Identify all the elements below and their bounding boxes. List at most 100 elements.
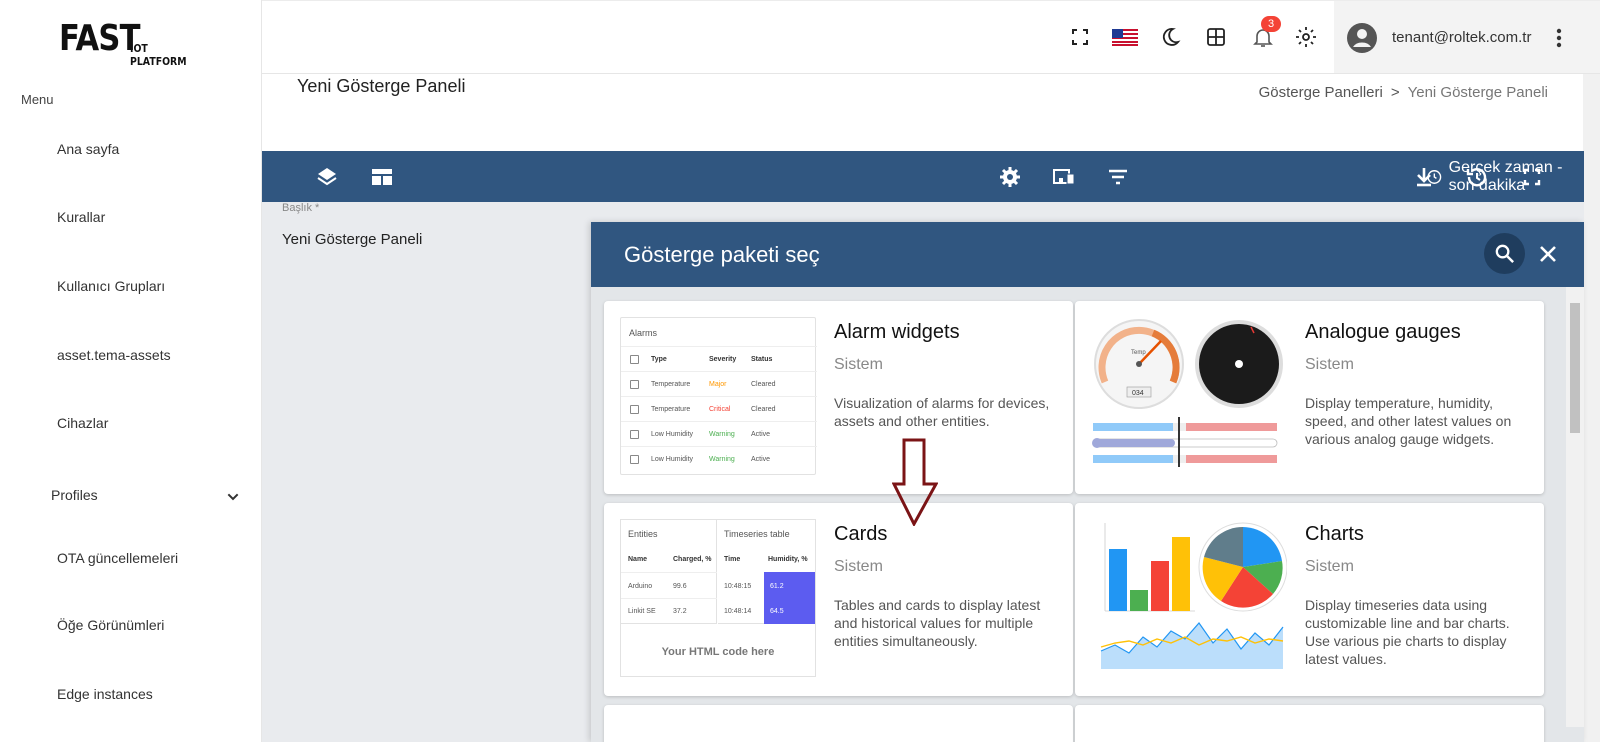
notification-badge[interactable]: 3 [1261, 16, 1281, 32]
preview-divider [621, 598, 717, 599]
preview-cell: Major [709, 381, 727, 388]
sidebar-item-assets[interactable]: asset.tema-assets [57, 347, 171, 363]
timeseries-table-preview: Timeseries table Time Humidity, % 10:48:… [718, 520, 815, 624]
preview-cell: Active [751, 431, 771, 438]
bundle-card-charts[interactable]: Charts Sistem Display timeseries data us… [1075, 503, 1544, 696]
sidebar-item-ota-updates[interactable]: OTA güncellemeleri [57, 550, 178, 566]
preview-cell: 37.2 [673, 608, 687, 615]
dialog-header: Gösterge paketi seç [591, 222, 1584, 287]
preview-column: Status [751, 356, 773, 363]
preview-header-row: Type Severity Status [621, 346, 817, 371]
sidebar-item-user-groups[interactable]: Kullanıcı Grupları [57, 278, 165, 294]
devices-icon[interactable] [1052, 165, 1076, 189]
user-menu[interactable]: tenant@roltek.com.tr [1334, 1, 1600, 73]
dialog-title: Gösterge paketi seç [624, 242, 820, 267]
breadcrumb: Gösterge Panelleri > Yeni Gösterge Paneli [1259, 84, 1548, 101]
sidebar-item-rules[interactable]: Kurallar [57, 209, 105, 225]
fullscreen-icon[interactable] [1068, 25, 1092, 49]
checkbox-icon [630, 455, 639, 464]
bundle-card-cards[interactable]: Entities Name Charged, % Arduino 99.6 Li… [604, 503, 1073, 696]
preview-cell: 10:48:14 [724, 608, 752, 615]
alarm-widgets-preview: Alarms Type Severity Status Temperature … [620, 317, 817, 475]
fast-iot-logo[interactable]: FAST IOT PLATFORM [59, 18, 209, 68]
history-icon[interactable] [1465, 165, 1489, 189]
layers-icon[interactable] [315, 165, 339, 189]
account-icon [1347, 23, 1377, 53]
preview-column: Severity [709, 356, 737, 363]
chevron-down-icon [227, 493, 239, 501]
breadcrumb-dashboards[interactable]: Gösterge Panelleri [1259, 84, 1383, 101]
breadcrumb-current: Yeni Gösterge Paneli [1407, 84, 1548, 101]
logo-text: FAST [59, 18, 140, 59]
checkbox-icon [630, 430, 639, 439]
preview-cell: Linkit SE [628, 608, 656, 615]
sidebar-item-entity-views[interactable]: Öğe Görünümleri [57, 617, 164, 633]
preview-cell: Cleared [751, 406, 776, 413]
checkbox-icon [630, 355, 639, 364]
bundle-description: Display temperature, humidity, speed, an… [1305, 395, 1512, 447]
preview-cell: Critical [709, 406, 731, 413]
preview-column: Type [651, 356, 667, 363]
sidebar-item-devices[interactable]: Cihazlar [57, 415, 108, 431]
preview-row: Temperature Major Cleared [621, 371, 817, 396]
breadcrumb-separator: > [1390, 84, 1400, 101]
search-icon [1495, 244, 1515, 264]
bundle-title: Analogue gauges [1305, 321, 1461, 343]
charts-preview [1100, 522, 1287, 671]
preview-cell: Cleared [751, 381, 776, 388]
entities-table-preview: Entities Name Charged, % Arduino 99.6 Li… [621, 520, 717, 624]
sidebar-item-profiles[interactable]: Profiles [51, 487, 241, 507]
apps-grid-icon[interactable] [1204, 25, 1228, 49]
layout-icon[interactable] [370, 165, 394, 189]
gauge-readout: 034 [1132, 390, 1144, 397]
search-button[interactable] [1484, 233, 1525, 274]
preview-cell: 10:48:15 [724, 583, 752, 590]
bundle-card-analogue-gauges[interactable]: Temp 034 Analogue gauges Sistem Display … [1075, 301, 1544, 494]
preview-cell: Arduino [628, 583, 653, 590]
preview-cell: Active [751, 456, 771, 463]
html-placeholder: Your HTML code here [661, 646, 775, 658]
preview-row: Low Humidity Warning Active [621, 446, 817, 471]
checkbox-icon [630, 380, 639, 389]
preview-column: Time [724, 556, 741, 563]
preview-cell: Low Humidity [651, 456, 694, 463]
bundle-title: Cards [834, 523, 888, 545]
dialog-scrollbar[interactable] [1566, 287, 1584, 727]
page-scrollbar[interactable] [1583, 74, 1600, 742]
sidebar-item-label: Profiles [51, 487, 98, 503]
preview-cell: Temperature [651, 406, 691, 413]
filter-icon[interactable] [1106, 165, 1130, 189]
timewindow-selector[interactable]: Gerçek zaman - son dakika [1426, 159, 1584, 194]
download-icon[interactable] [1412, 165, 1436, 189]
more-vert-icon[interactable] [1556, 28, 1562, 48]
page-title: Yeni Gösterge Paneli [297, 76, 466, 96]
us-flag-icon[interactable] [1112, 25, 1138, 49]
preview-cell: Temperature [651, 381, 691, 388]
sidebar-item-edge-instances[interactable]: Edge instances [57, 686, 153, 702]
fullscreen-icon[interactable] [1520, 165, 1544, 189]
bundle-description: Visualization of alarms for devices, ass… [834, 395, 1050, 429]
select-widget-bundle-dialog: Gösterge paketi seç Alarms Type Severity… [591, 222, 1584, 742]
scrollbar-thumb[interactable] [1570, 303, 1580, 433]
logo-subtext: IOT PLATFORM [130, 42, 187, 68]
bundle-subtitle: Sistem [1305, 356, 1354, 373]
bundle-card-partial[interactable] [1075, 705, 1544, 742]
highlight-cells [764, 572, 815, 624]
dark-mode-icon[interactable] [1158, 25, 1182, 49]
close-icon[interactable] [1536, 242, 1560, 266]
preview-cell: Low Humidity [651, 431, 694, 438]
preview-row: Low Humidity Warning Active [621, 421, 817, 446]
bundle-description: Tables and cards to display latest and h… [834, 597, 1041, 649]
preview-cell: Warning [709, 431, 735, 438]
bundle-card-partial[interactable] [604, 705, 1073, 742]
bundle-card-alarm-widgets[interactable]: Alarms Type Severity Status Temperature … [604, 301, 1073, 494]
bundle-subtitle: Sistem [1305, 558, 1354, 575]
title-field[interactable]: Yeni Gösterge Paneli [282, 231, 422, 248]
bundle-subtitle: Sistem [834, 356, 883, 373]
sidebar: FAST IOT PLATFORM Menu Ana sayfa Kuralla… [0, 0, 262, 742]
bundle-subtitle: Sistem [834, 558, 883, 575]
dashboard-settings-icon[interactable] [998, 165, 1022, 189]
sidebar-item-home[interactable]: Ana sayfa [57, 141, 119, 157]
preview-column: Name [628, 556, 648, 563]
settings-icon[interactable] [1294, 25, 1318, 49]
